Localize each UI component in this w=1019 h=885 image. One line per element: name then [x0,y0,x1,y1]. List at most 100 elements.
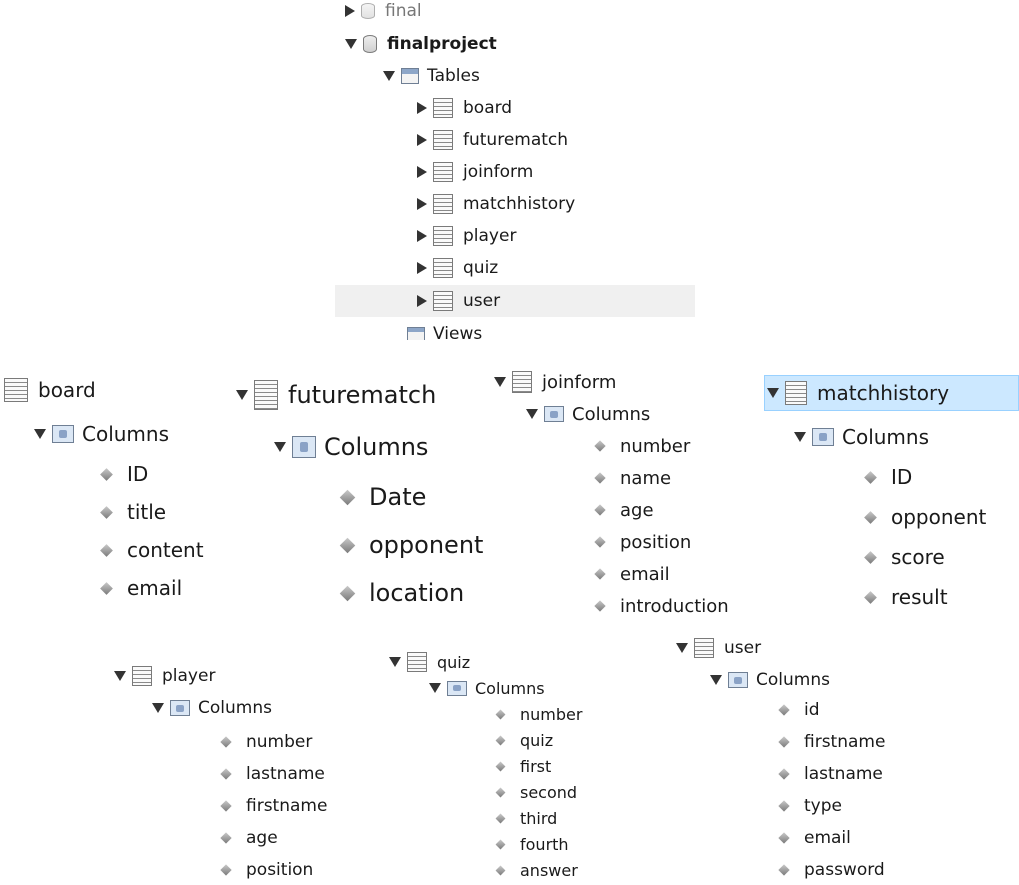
collapse-arrow-icon[interactable] [383,71,395,81]
tree-item-views[interactable]: Views [335,322,700,340]
database-icon [363,35,377,53]
column-item[interactable]: number [385,702,655,726]
column-name: ID [891,465,913,489]
columns-folder[interactable]: Columns [492,399,762,429]
columns-folder[interactable]: Columns [672,666,972,694]
tree-item-table[interactable]: player [335,222,700,250]
column-item[interactable]: ID [0,457,230,491]
expand-arrow-icon[interactable] [345,5,355,17]
column-item[interactable]: number [110,728,380,756]
columns-folder[interactable]: Columns [385,676,655,700]
table-header-board[interactable]: board [0,373,230,407]
expand-arrow-icon[interactable] [417,262,427,274]
column-item[interactable]: third [385,806,655,830]
column-item[interactable]: firstname [110,792,380,820]
column-item[interactable]: content [0,533,230,567]
tree-item-table[interactable]: futurematch [335,126,700,154]
column-item[interactable]: quiz [385,728,655,752]
column-item[interactable]: age [110,824,380,852]
collapse-arrow-icon[interactable] [345,39,357,49]
tree-item-table[interactable]: joinform [335,158,700,186]
column-item[interactable]: name [492,463,762,493]
column-diamond-icon [339,489,356,505]
tree-item-table[interactable]: board [335,94,700,122]
column-item[interactable]: password [672,856,972,884]
column-item[interactable]: age [492,495,762,525]
table-header-quiz[interactable]: quiz [385,650,655,674]
column-diamond-icon [864,590,877,604]
user-panel: user Columns id firstname lastname type … [672,630,972,885]
column-item[interactable]: result [764,579,1019,615]
expand-arrow-icon[interactable] [417,102,427,114]
column-item[interactable]: location [232,573,490,613]
table-header-matchhistory[interactable]: matchhistory [764,375,1019,411]
collapse-arrow-icon[interactable] [429,683,441,693]
collapse-arrow-icon[interactable] [274,442,286,452]
column-item[interactable]: introduction [492,591,762,621]
column-item[interactable]: number [492,431,762,461]
column-name: type [804,796,842,816]
column-item[interactable]: fourth [385,832,655,856]
column-item[interactable]: title [0,495,230,529]
expand-arrow-icon[interactable] [417,230,427,242]
column-item[interactable]: lastname [110,760,380,788]
tree-item-table[interactable]: quiz [335,254,700,282]
column-item[interactable]: answer [385,858,655,882]
column-item[interactable]: lastname [672,760,972,788]
collapse-arrow-icon[interactable] [152,703,164,713]
column-name: position [246,860,314,880]
tree-item-table-selected[interactable]: user [335,285,695,317]
table-header-user[interactable]: user [672,634,972,662]
column-item[interactable]: firstname [672,728,972,756]
expand-arrow-icon[interactable] [417,134,427,146]
tree-item-tables[interactable]: Tables [335,62,700,90]
columns-folder[interactable]: Columns [764,419,1019,455]
table-header-futurematch[interactable]: futurematch [232,375,490,415]
tree-item-finalproject[interactable]: finalproject [335,30,700,58]
table-header-joinform[interactable]: joinform [492,367,762,397]
column-item[interactable]: ID [764,459,1019,495]
expand-arrow-icon[interactable] [417,198,427,210]
column-item[interactable]: position [492,527,762,557]
collapse-arrow-icon[interactable] [494,377,506,387]
collapse-arrow-icon[interactable] [526,409,538,419]
column-item[interactable]: email [492,559,762,589]
column-name: number [520,704,583,724]
column-item[interactable]: position [110,856,380,884]
column-diamond-icon [100,581,113,595]
table-icon [433,226,453,246]
tree-item-table[interactable]: matchhistory [335,190,700,218]
column-item[interactable]: id [672,696,972,724]
table-icon [433,98,453,118]
tree-item-final[interactable]: final [335,0,700,22]
collapse-arrow-icon[interactable] [389,657,401,667]
column-item[interactable]: opponent [232,525,490,565]
collapse-arrow-icon[interactable] [767,388,779,398]
collapse-arrow-icon[interactable] [710,675,722,685]
expand-arrow-icon[interactable] [417,295,427,307]
columns-folder[interactable]: Columns [110,694,380,722]
collapse-arrow-icon[interactable] [114,671,126,681]
columns-label: Columns [756,670,830,690]
collapse-arrow-icon[interactable] [236,390,248,400]
column-name: name [620,467,672,489]
table-header-player[interactable]: player [110,662,380,690]
column-item[interactable]: opponent [764,499,1019,535]
table-icon [433,258,453,278]
column-item[interactable]: Date [232,477,490,517]
table-name: user [724,638,762,658]
columns-folder[interactable]: Columns [0,417,230,451]
expand-arrow-icon[interactable] [417,166,427,178]
columns-folder[interactable]: Columns [232,427,490,467]
column-item[interactable]: score [764,539,1019,575]
column-diamond-icon [594,568,606,580]
column-item[interactable]: first [385,754,655,778]
column-item[interactable]: type [672,792,972,820]
collapse-arrow-icon[interactable] [794,432,806,442]
columns-label: Columns [572,403,651,425]
column-item[interactable]: email [672,824,972,852]
collapse-arrow-icon[interactable] [34,429,46,439]
column-item[interactable]: second [385,780,655,804]
column-item[interactable]: email [0,571,230,605]
collapse-arrow-icon[interactable] [676,643,688,653]
